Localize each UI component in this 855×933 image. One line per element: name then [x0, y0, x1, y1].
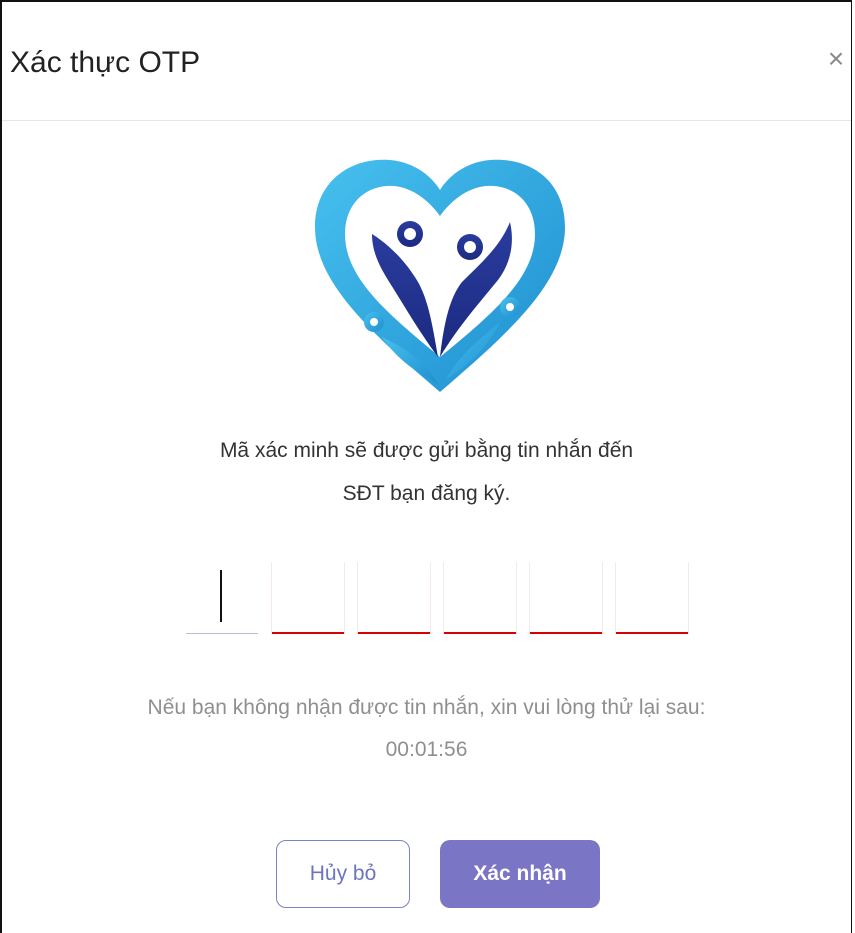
dialog-title: Xác thực OTP: [10, 46, 201, 79]
close-icon[interactable]: ×: [821, 42, 851, 76]
confirm-button[interactable]: Xác nhận: [440, 840, 600, 908]
otp-digit-3[interactable]: [358, 562, 430, 634]
dialog-header: Xác thực OTP ×: [2, 2, 851, 121]
countdown-timer: 00:01:56: [385, 738, 468, 761]
otp-digit-2[interactable]: [272, 562, 344, 634]
verification-message-line1: Mã xác minh sẽ được gửi bằng tin nhắn đế…: [219, 439, 634, 462]
otp-digit-1[interactable]: [186, 562, 258, 634]
cancel-button[interactable]: Hủy bỏ: [276, 840, 410, 908]
otp-dialog: Xác thực OTP × Mã xác minh sẽ được gửi b…: [0, 0, 852, 933]
heart-family-logo: [315, 159, 565, 392]
otp-digit-6[interactable]: [616, 562, 688, 634]
otp-digit-5[interactable]: [530, 562, 602, 634]
otp-digit-4[interactable]: [444, 562, 516, 634]
retry-message: Nếu bạn không nhận được tin nhắn, xin vu…: [147, 696, 706, 719]
otp-input-row: [186, 562, 696, 637]
text-caret: [220, 570, 222, 622]
verification-message-line2: SĐT bạn đăng ký.: [342, 482, 511, 505]
